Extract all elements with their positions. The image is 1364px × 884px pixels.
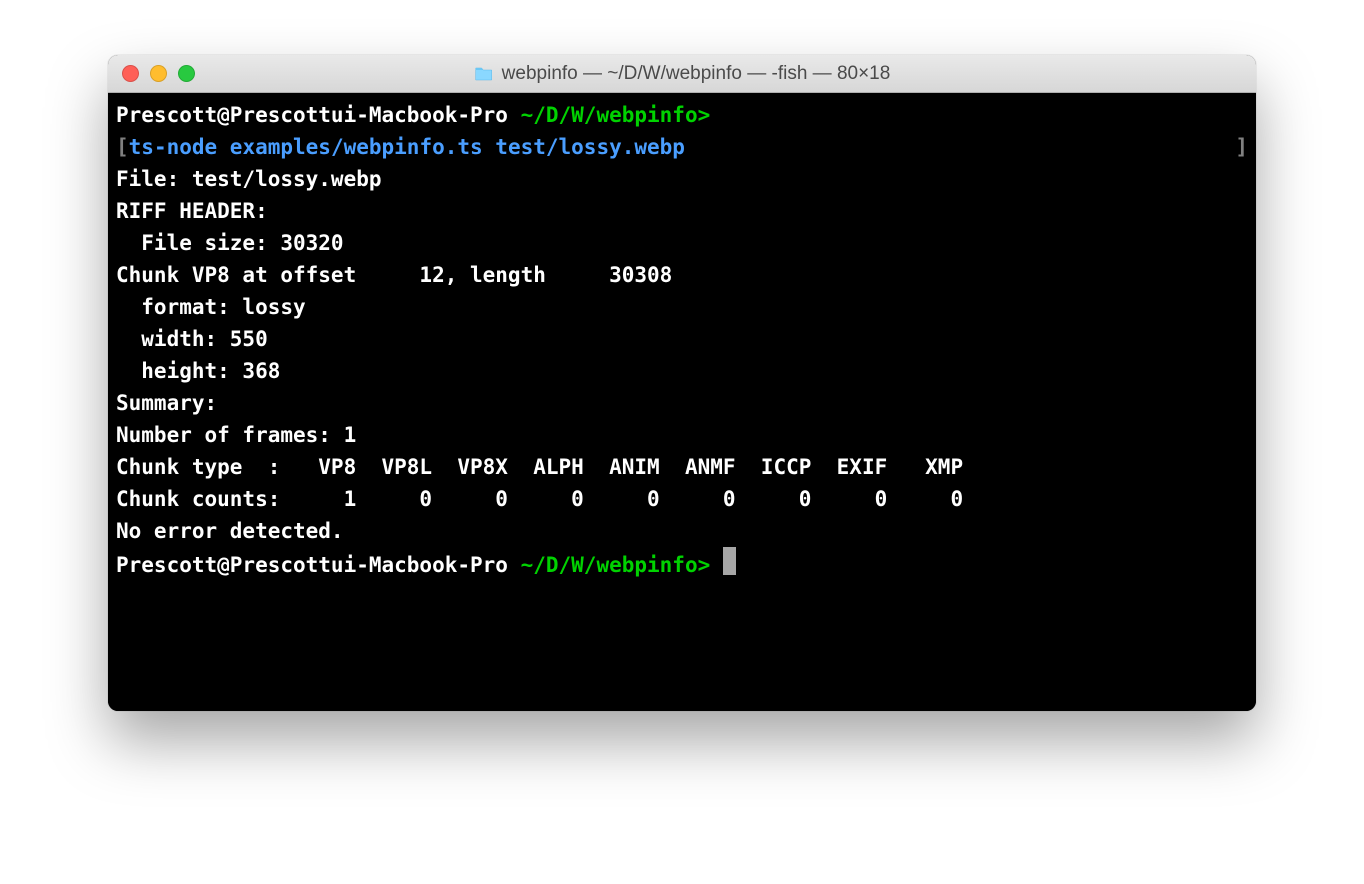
prompt-path: ~/D/W/webpinfo — [521, 103, 698, 127]
output-line-5: format: lossy — [116, 291, 1248, 323]
output-line-7: height: 368 — [116, 355, 1248, 387]
output-line-3: File size: 30320 — [116, 227, 1248, 259]
output-line-2: RIFF HEADER: — [116, 195, 1248, 227]
prompt-line-1: Prescott@Prescottui-Macbook-Pro ~/D/W/we… — [116, 99, 1248, 131]
output-line-4: Chunk VP8 at offset 12, length 30308 — [116, 259, 1248, 291]
close-bracket: ] — [1235, 131, 1248, 163]
output-line-11: Chunk counts: 1 0 0 0 0 0 0 0 0 — [116, 483, 1248, 515]
terminal-body[interactable]: Prescott@Prescottui-Macbook-Pro ~/D/W/we… — [108, 93, 1256, 711]
prompt-caret: > — [698, 103, 711, 127]
output-line-1: File: test/lossy.webp — [116, 163, 1248, 195]
title-bar[interactable]: webpinfo — ~/D/W/webpinfo — -fish — 80×1… — [108, 55, 1256, 93]
cursor — [723, 547, 736, 575]
output-line-9: Number of frames: 1 — [116, 419, 1248, 451]
window-title-container: webpinfo — ~/D/W/webpinfo — -fish — 80×1… — [474, 63, 891, 85]
output-line-8: Summary: — [116, 387, 1248, 419]
prompt-line-2: Prescott@Prescottui-Macbook-Pro ~/D/W/we… — [116, 547, 1248, 581]
open-bracket: [ — [116, 135, 129, 159]
output-line-6: width: 550 — [116, 323, 1248, 355]
prompt-path-2: ~/D/W/webpinfo — [521, 553, 698, 577]
command-line: [ts-node examples/webpinfo.ts test/lossy… — [116, 131, 1248, 163]
maximize-button[interactable] — [178, 65, 195, 82]
prompt-caret-2: > — [698, 553, 711, 577]
command-text: ts-node examples/webpinfo.ts test/lossy.… — [129, 135, 685, 159]
minimize-button[interactable] — [150, 65, 167, 82]
output-line-10: Chunk type : VP8 VP8L VP8X ALPH ANIM ANM… — [116, 451, 1248, 483]
folder-icon — [474, 66, 494, 82]
prompt-user-host-2: Prescott@Prescottui-Macbook-Pro — [116, 553, 508, 577]
output-line-12: No error detected. — [116, 515, 1248, 547]
close-button[interactable] — [122, 65, 139, 82]
prompt-user-host: Prescott@Prescottui-Macbook-Pro — [116, 103, 508, 127]
terminal-window: webpinfo — ~/D/W/webpinfo — -fish — 80×1… — [108, 55, 1256, 711]
window-title: webpinfo — ~/D/W/webpinfo — -fish — 80×1… — [502, 63, 891, 85]
traffic-lights — [122, 65, 195, 82]
